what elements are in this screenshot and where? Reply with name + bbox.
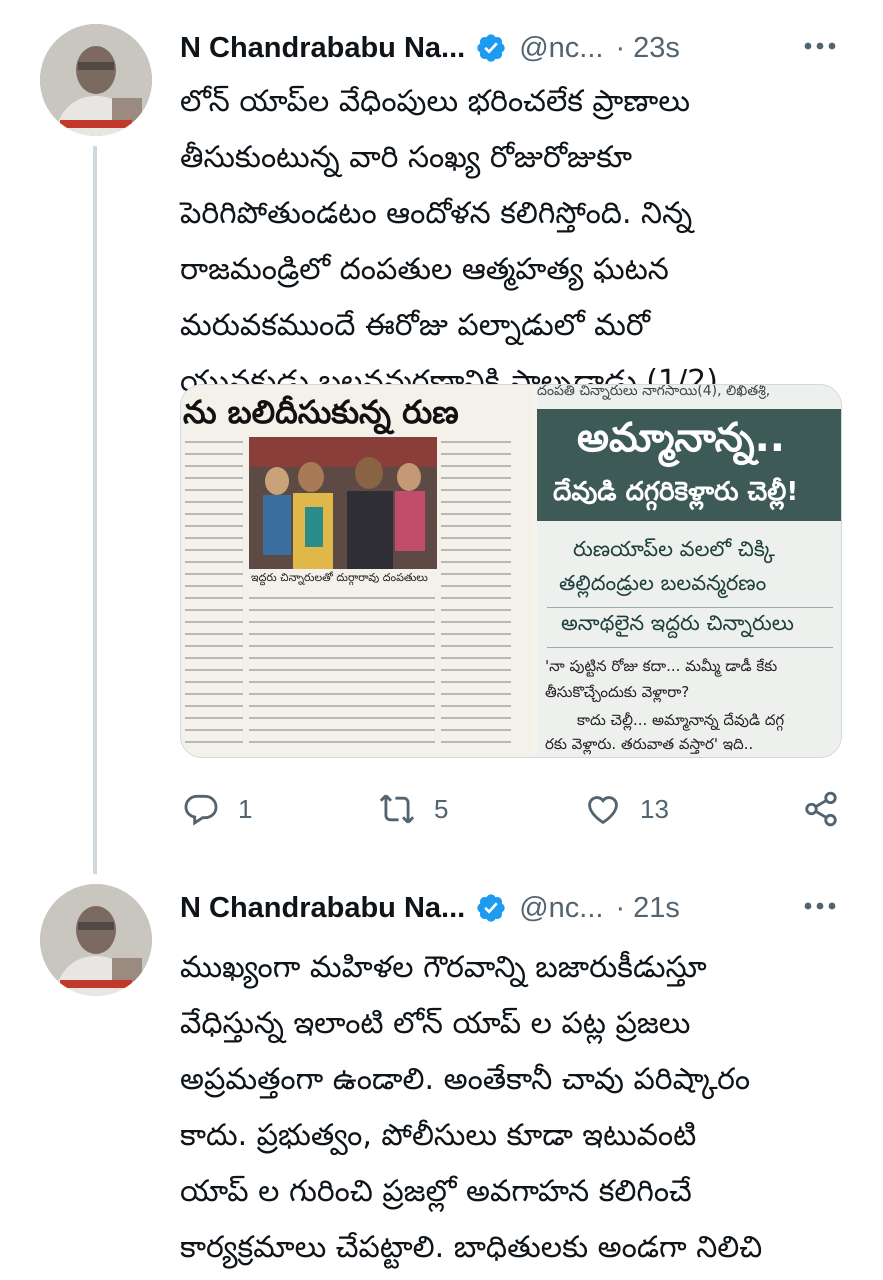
tweet-header: N Chandrababu Na... @nc... · 21s: [180, 886, 840, 930]
clipping-subhead-3: అనాథలైన ఇద్దరు చిన్నారులు: [561, 611, 794, 635]
clipping-box-title: అమ్మానాన్న..: [577, 415, 785, 461]
tweet-header: N Chandrababu Na... @nc... · 23s: [180, 26, 840, 70]
divider: [547, 647, 833, 648]
photo-caption: ఇద్దరు చిన్నారులతో దుర్గారావు దంపతులు: [251, 571, 428, 584]
clipping-quote-line: రకు వెళ్లారు. తరువాత వస్తార' ఇది..: [545, 735, 754, 753]
tweet-media-newspaper-clipping[interactable]: ను బలిదీసుకున్న రుణ ఇద్దరు చిన్నారులతో ద…: [180, 384, 842, 758]
clipping-right-column: దంపతి చిన్నారులు నాగసాయి(4), లిఖితశ్రీ, …: [537, 384, 841, 757]
share-button[interactable]: [802, 786, 840, 832]
thread-line: [93, 146, 97, 874]
newsprint-column: [441, 435, 511, 751]
verified-badge-icon: [477, 894, 505, 922]
retweet-count: 5: [434, 793, 449, 824]
reply-icon: [184, 794, 218, 826]
newsprint-column: [185, 435, 243, 751]
clipping-quote-line: తీసుకొచ్చేందుకు వెళ్లారా?: [545, 683, 690, 701]
clipping-subhead-2: తల్లిదండ్రుల బలవన్మరణం: [559, 571, 767, 595]
tweet-2[interactable]: N Chandrababu Na... @nc... · 21s ముఖ్యంగ…: [0, 870, 883, 1280]
tweet-actions: 1 5 13: [180, 786, 842, 832]
author-handle[interactable]: @nc...: [519, 892, 603, 925]
verified-badge-icon: [477, 34, 505, 62]
separator-dot: ·: [615, 31, 626, 64]
more-options-icon[interactable]: [800, 34, 840, 58]
tweet-time[interactable]: 23s: [633, 32, 680, 65]
reply-button[interactable]: 1: [182, 786, 252, 832]
tweet-text: ముఖ్యంగా మహిళల గౌరవాన్ని బజారుకీడుస్తూ వ…: [180, 950, 763, 1265]
avatar[interactable]: [40, 884, 152, 996]
clipping-left-column: ను బలిదీసుకున్న రుణ ఇద్దరు చిన్నారులతో ద…: [181, 385, 533, 757]
clipping-quote-line: కాదు చెల్లీ... అమ్మానాన్న దేవుడి దగ్గ: [577, 711, 785, 729]
separator-dot: ·: [615, 891, 626, 924]
like-button[interactable]: 13: [584, 786, 669, 832]
clipping-subhead-1: రుణయాప్‌ల వలలో చిక్కి: [573, 537, 775, 561]
retweet-button[interactable]: 5: [378, 786, 448, 832]
family-photo: [249, 437, 437, 569]
retweet-icon: [379, 794, 415, 824]
like-icon: [588, 796, 618, 825]
reply-count: 1: [238, 793, 253, 824]
avatar-photo: [40, 884, 152, 996]
share-icon: [805, 791, 837, 827]
tweet-1[interactable]: N Chandrababu Na... @nc... · 23s లోన్ యా…: [0, 0, 883, 874]
divider: [547, 607, 833, 608]
author-name[interactable]: N Chandrababu Na...: [180, 32, 465, 65]
clipping-top-text: దంపతి చిన్నారులు నాగసాయి(4), లిఖితశ్రీ,: [537, 384, 771, 399]
avatar[interactable]: [40, 24, 152, 136]
clipping-quote-line: 'నా పుట్టిన రోజు కదా... మమ్మీ డాడీ కేకు: [545, 657, 778, 675]
author-name[interactable]: N Chandrababu Na...: [180, 892, 465, 925]
clipping-title-box: అమ్మానాన్న.. దేవుడి దగ్గరికెళ్లారు చెల్ల…: [537, 409, 841, 521]
tweet-time[interactable]: 21s: [633, 892, 680, 925]
newsprint-column: [249, 591, 435, 751]
tweet-text: లోన్ యాప్‌ల వేధింపులు భరించలేక ప్రాణాలు …: [180, 84, 718, 399]
author-handle[interactable]: @nc...: [519, 32, 603, 65]
avatar-photo: [40, 24, 152, 136]
clipping-box-subtitle: దేవుడి దగ్గరికెళ్లారు చెల్లీ!: [553, 477, 799, 507]
clipping-headline: ను బలిదీసుకున్న రుణ: [183, 393, 459, 431]
more-options-icon[interactable]: [800, 894, 840, 918]
like-count: 13: [640, 793, 669, 824]
